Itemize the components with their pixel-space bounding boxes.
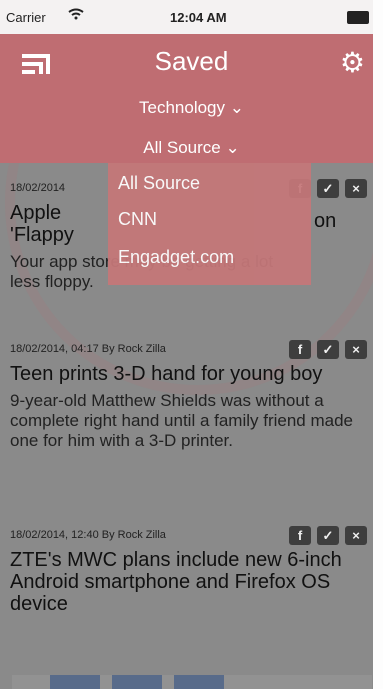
source-menu-item-cnn[interactable]: CNN [118,209,157,230]
article-headline[interactable]: Teen prints 3-D hand for young boy [10,363,383,385]
headline-line-2: 'Flappy [10,224,74,246]
source-menu-item-all[interactable]: All Source [118,173,200,194]
source-menu-item-engadget[interactable]: Engadget.com [118,247,234,268]
share-buttons: f ✓ × [289,340,367,359]
battery-icon [347,11,369,24]
twitter-share-icon[interactable]: ✓ [317,526,339,545]
toolbar-button[interactable] [112,675,162,689]
toolbar-button[interactable] [174,675,224,689]
chevron-down-icon: ⌄ [229,98,244,117]
close-icon[interactable]: × [345,340,367,359]
chevron-down-icon: ⌄ [225,138,240,157]
article-summary: 9-year-old Matthew Shields was without a… [10,391,354,450]
carrier-label: Carrier [6,10,46,25]
close-icon[interactable]: × [345,179,367,198]
source-menu: All Source CNN Engadget.com [108,163,311,285]
share-buttons: f ✓ × [289,526,367,545]
twitter-share-icon[interactable]: ✓ [317,340,339,359]
wifi-icon [68,8,84,23]
facebook-share-icon[interactable]: f [289,340,311,359]
close-icon[interactable]: × [345,526,367,545]
bottom-toolbar [12,675,372,689]
app-screen: Carrier 12:04 AM Saved ⚙ Technology ⌄ Al… [0,0,383,689]
category-label: Technology [139,98,226,117]
gear-icon[interactable]: ⚙ [340,49,365,77]
toolbar-button[interactable] [50,675,100,689]
article-headline[interactable]: ZTE's MWC plans include new 6-inch Andro… [10,549,383,615]
headline-left: Apple [10,202,62,224]
headline-right: on [314,210,337,232]
page-title: Saved [154,46,229,76]
source-dropdown[interactable]: All Source ⌄ [0,138,383,158]
summary-line-2: less floppy. [10,272,94,291]
article-card[interactable]: 18/02/2014, 04:17 By Rock Zilla Teen pri… [10,340,383,451]
category-dropdown[interactable]: Technology ⌄ [0,98,383,118]
facebook-share-icon[interactable]: f [289,526,311,545]
twitter-share-icon[interactable]: ✓ [317,179,339,198]
status-time: 12:04 AM [170,10,227,25]
article-card[interactable]: 18/02/2014, 12:40 By Rock Zilla ZTE's MW… [10,526,383,615]
screen-edge [373,0,383,689]
source-label: All Source [143,138,221,157]
status-bar: Carrier 12:04 AM [0,0,373,34]
